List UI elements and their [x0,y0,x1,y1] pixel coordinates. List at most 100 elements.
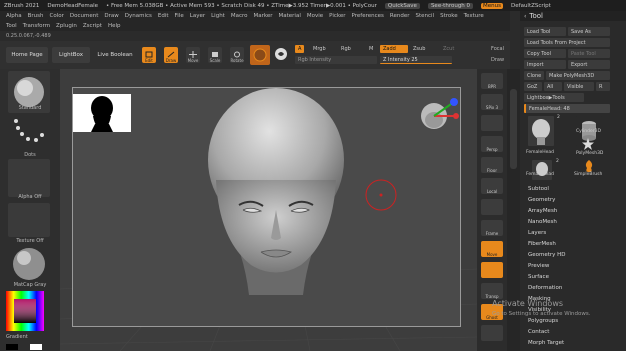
subpalette-nanomesh[interactable]: NanoMesh [528,219,557,225]
tool-thumb-femalehead-2[interactable] [532,160,552,180]
zcut-toggle[interactable]: Zcut [440,45,457,53]
goz-button[interactable]: GoZ [524,82,542,91]
zadd-toggle[interactable]: Zadd [380,45,408,53]
rotate-mode-button[interactable]: Rotate [230,47,244,63]
goz-visible-button[interactable]: Visible [564,82,594,91]
menu-draw[interactable]: Draw [104,13,118,19]
menu-file[interactable]: File [175,13,184,19]
home-page-button[interactable]: Home Page [6,47,48,63]
subpalette-arraymesh[interactable]: ArrayMesh [528,208,557,214]
draw-size-slider[interactable]: Draw [488,56,507,64]
shelf-button-local[interactable]: Local [481,178,503,194]
current-tool-slider[interactable]: FemaleHead: 48 [524,104,610,113]
stroke-selector[interactable] [8,115,50,151]
menu-brush[interactable]: Brush [28,13,44,19]
subpalette-deformation[interactable]: Deformation [528,285,562,291]
menu-macro[interactable]: Macro [231,13,248,19]
save-as-button[interactable]: Save As [568,27,610,36]
scroll-thumb[interactable] [510,89,517,169]
shelf-button-floor[interactable]: Floor [481,157,503,173]
subpalette-morph-target[interactable]: Morph Target [528,340,564,346]
tool-thumb-femalehead[interactable] [528,116,554,146]
edit-mode-button[interactable]: Edit [142,47,156,63]
menu-zplugin[interactable]: Zplugin [56,23,77,29]
shelf-button-bpr[interactable]: BPR [481,73,503,89]
menu-dynamics[interactable]: Dynamics [125,13,152,19]
shelf-button-icon-12[interactable] [481,325,503,341]
quicksave-button[interactable]: QuickSave [384,2,420,9]
focal-shift-slider[interactable]: Focal [488,45,507,53]
shelf-button-icon-6[interactable] [481,199,503,215]
texture-selector[interactable] [8,203,50,237]
export-button[interactable]: Export [568,60,610,69]
menu-stroke[interactable]: Stroke [440,13,458,19]
navigation-preview[interactable] [73,94,131,132]
menu-transform[interactable]: Transform [23,23,50,29]
a-toggle[interactable]: A [295,45,305,53]
import-button[interactable]: Import [524,60,566,69]
orientation-gizmo[interactable] [416,94,460,138]
menu-preferences[interactable]: Preferences [352,13,384,19]
menu-picker[interactable]: Picker [329,13,345,19]
draw-mode-button[interactable]: Draw [164,47,178,63]
subpalette-geometry[interactable]: Geometry [528,197,555,203]
menu-stencil[interactable]: Stencil [415,13,434,19]
menu-texture[interactable]: Texture [464,13,484,19]
subpalette-surface[interactable]: Surface [528,274,549,280]
make-polymesh-button[interactable]: Make PolyMesh3D [546,71,610,80]
tool-palette-header[interactable]: ‹ Tool [520,11,626,21]
subpalette-geometry-hd[interactable]: Geometry HD [528,252,566,258]
material-swatch-button[interactable] [250,45,270,65]
shelf-button-frame[interactable]: Frame [481,220,503,236]
see-through-slider[interactable]: See-through 0 [427,2,474,9]
copy-tool-button[interactable]: Copy Tool [524,49,566,58]
clone-button[interactable]: Clone [524,71,544,80]
load-tools-from-project-button[interactable]: Load Tools From Project [524,38,610,47]
m-toggle[interactable]: M [366,45,376,53]
shelf-button-persp[interactable]: Persp [481,136,503,152]
alpha-selector[interactable] [8,159,50,197]
z-intensity-slider[interactable]: Z Intensity 25 [380,56,452,64]
menu-movie[interactable]: Movie [307,13,323,19]
shelf-button-icon-2[interactable] [481,115,503,131]
lightbox-tools-button[interactable]: Lightbox▶Tools [524,93,584,102]
menu-render[interactable]: Render [390,13,410,19]
lightbox-button[interactable]: LightBox [52,47,90,63]
menu-marker[interactable]: Marker [254,13,273,19]
shelf-button-move[interactable]: Move [481,241,503,257]
scale-mode-button[interactable]: Scale [208,47,222,63]
menu-zscript[interactable]: Zscript [83,23,102,29]
shelf-button-spix-3[interactable]: SPix 3 [481,94,503,110]
secondary-color-swatch[interactable] [30,344,42,350]
subpalette-polygroups[interactable]: Polygroups [528,318,558,324]
shelf-scrollbar[interactable] [507,69,520,351]
goz-all-button[interactable]: All [544,82,562,91]
mrgb-toggle[interactable]: Mrgb [310,45,329,53]
menu-help[interactable]: Help [108,23,121,29]
subpalette-subtool[interactable]: Subtool [528,186,549,192]
zsub-toggle[interactable]: Zsub [410,45,428,53]
subpalette-layers[interactable]: Layers [528,230,546,236]
load-tool-button[interactable]: Load Tool [524,27,566,36]
menu-document[interactable]: Document [70,13,99,19]
live-boolean-button[interactable]: Live Boolean [94,47,136,63]
rgb-toggle[interactable]: Rgb [338,45,354,53]
subpalette-preview[interactable]: Preview [528,263,549,269]
menu-layer[interactable]: Layer [190,13,205,19]
move-mode-button[interactable]: Move [186,47,200,63]
menu-edit[interactable]: Edit [158,13,169,19]
menu-material[interactable]: Material [279,13,301,19]
shelf-button-transp[interactable]: Transp [481,283,503,299]
menus-toggle[interactable]: Menus [481,2,504,9]
r-button[interactable]: R [596,82,610,91]
material-selector[interactable] [8,245,50,283]
stroke-icon[interactable] [274,47,288,61]
menu-tool[interactable]: Tool [6,23,17,29]
shelf-button-icon-9[interactable] [481,262,503,278]
polymesh-star-icon[interactable] [582,138,594,152]
subpalette-fibermesh[interactable]: FiberMesh [528,241,556,247]
menu-alpha[interactable]: Alpha [6,13,22,19]
menu-color[interactable]: Color [50,13,64,19]
menu-light[interactable]: Light [211,13,225,19]
paste-tool-button[interactable]: Paste Tool [568,49,610,58]
